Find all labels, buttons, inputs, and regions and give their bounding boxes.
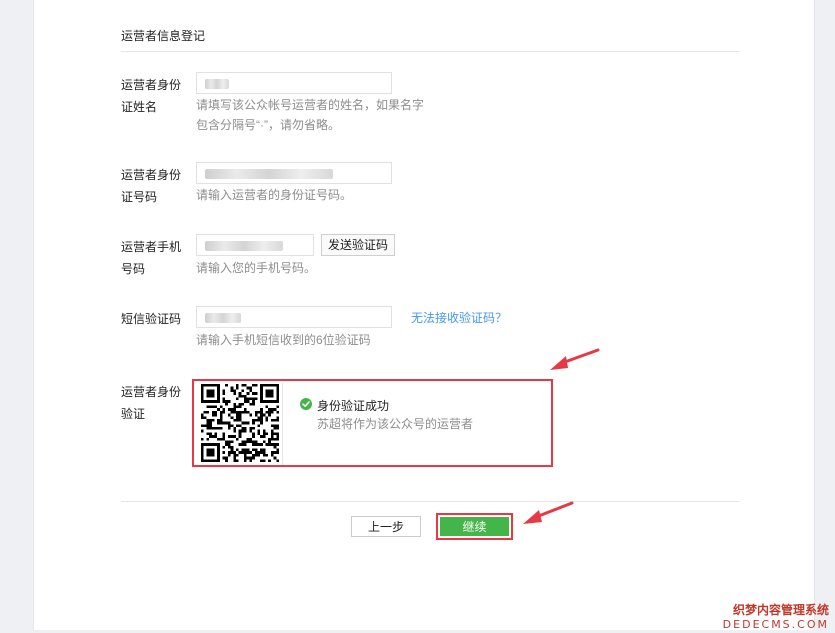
watermark-line2: DEDECMS.COM	[722, 618, 829, 631]
masked-value	[205, 79, 229, 89]
watermark: 织梦内容管理系统 DEDECMS.COM	[723, 601, 829, 631]
name-label: 运营者身份 证姓名	[121, 74, 187, 118]
id-number-hint: 请输入运营者的身份证号码。	[196, 188, 353, 202]
name-hint-line1: 请填写该公众帐号运营者的姓名，如果名字	[196, 98, 425, 112]
section-title: 运营者信息登记	[121, 29, 206, 43]
name-hint-line2: 包含分隔号“·”，请勿省略。	[196, 118, 340, 132]
qr-code-icon	[201, 384, 279, 462]
continue-button-highlight: 继续	[436, 513, 513, 540]
verification-success-subtitle: 苏超将作为该公众号的运营者	[317, 417, 474, 431]
check-circle-icon	[300, 398, 312, 410]
id-number-label: 运营者身份 证号码	[121, 164, 187, 208]
identity-label: 运营者身份 验证	[121, 381, 187, 425]
masked-value	[205, 169, 333, 179]
identity-label-line2: 验证	[121, 407, 146, 421]
identity-verification-box: 身份验证成功 苏超将作为该公众号的运营者	[192, 379, 553, 467]
qr-code-container	[198, 383, 283, 465]
masked-value	[205, 241, 283, 251]
phone-label-line2: 号码	[121, 262, 146, 276]
section-divider-bottom	[121, 501, 739, 502]
phone-input[interactable]	[196, 234, 314, 256]
masked-value	[205, 313, 241, 323]
sms-code-input[interactable]	[196, 306, 392, 328]
section-divider-top	[121, 51, 739, 52]
continue-button[interactable]: 继续	[440, 517, 509, 536]
id-number-label-line2: 证号码	[121, 190, 158, 204]
red-arrow-icon	[550, 348, 600, 370]
cannot-receive-code-link[interactable]: 无法接收验证码？	[411, 309, 507, 326]
id-number-label-line1: 运营者身份	[121, 168, 182, 182]
name-input[interactable]	[196, 72, 392, 94]
sms-hint: 请输入手机短信收到的6位验证码	[196, 333, 371, 347]
name-hint: 请填写该公众帐号运营者的姓名，如果名字 包含分隔号“·”，请勿省略。	[196, 95, 424, 135]
previous-step-button[interactable]: 上一步	[351, 516, 421, 537]
phone-label: 运营者手机 号码	[121, 236, 187, 280]
watermark-line1: 织梦内容管理系统	[732, 603, 829, 617]
name-label-line1: 运营者身份	[121, 78, 182, 92]
red-arrow-icon	[523, 501, 574, 524]
name-label-line2: 证姓名	[121, 100, 158, 114]
id-number-input[interactable]	[196, 162, 392, 184]
send-code-button[interactable]: 发送验证码	[321, 234, 395, 256]
verification-success-title: 身份验证成功	[317, 399, 390, 413]
phone-label-line1: 运营者手机	[121, 240, 182, 254]
identity-label-line1: 运营者身份	[121, 385, 182, 399]
sms-label: 短信验证码	[121, 312, 182, 326]
phone-hint: 请输入您的手机号码。	[196, 261, 317, 275]
